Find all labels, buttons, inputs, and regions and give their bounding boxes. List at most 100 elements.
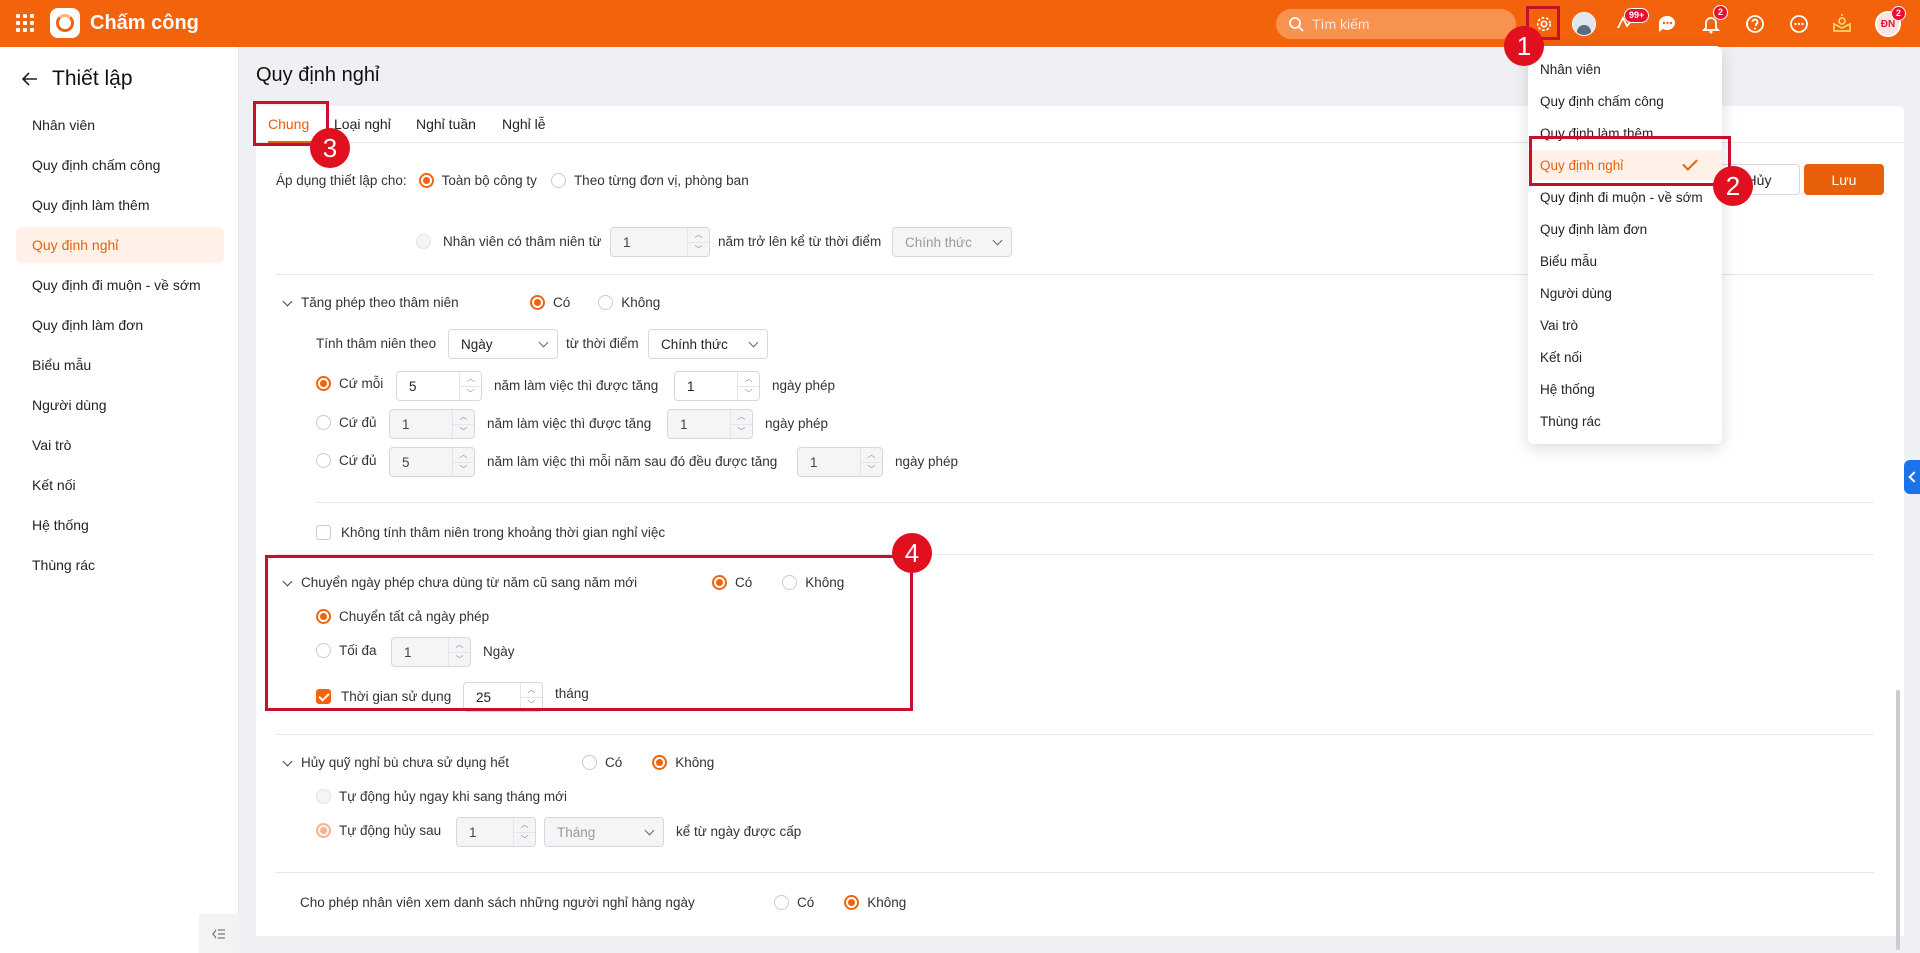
menu-item-leave-rules-label: Quy định nghỉ <box>1540 157 1624 173</box>
sidebar-item-forms[interactable]: Biểu mẫu <box>16 347 224 383</box>
cancel-after-stepper[interactable]: 1 ︿ ﹀ <box>456 817 536 847</box>
sunrise-icon[interactable] <box>1829 11 1855 37</box>
user-avatar-icon[interactable] <box>1571 11 1597 37</box>
exclude-checkbox[interactable] <box>316 525 331 540</box>
exclude-label: Không tính thâm niên trong khoảng thời g… <box>341 525 666 540</box>
cancel-month-radio[interactable] <box>316 789 331 804</box>
tab-weekly-off[interactable]: Nghỉ tuần <box>416 116 476 132</box>
seniority-no-label: Không <box>621 295 661 310</box>
approval-icon[interactable]: 99+ <box>1612 8 1650 37</box>
opt2-years-stepper[interactable]: 1 ︿ ﹀ <box>389 409 475 439</box>
section-cancel-header[interactable]: Hủy quỹ nghỉ bù chưa sử dụng hết <box>282 755 509 770</box>
use-time-stepper[interactable]: 25 ︿ ﹀ <box>463 682 543 712</box>
opt1-mid: năm làm việc thì được tăng <box>494 378 659 393</box>
menu-item-users[interactable]: Người dùng <box>1528 278 1722 308</box>
calc-unit-value: Ngày <box>461 336 493 352</box>
chat-icon[interactable] <box>1654 11 1680 37</box>
apps-grid-icon[interactable] <box>16 14 34 32</box>
menu-item-system[interactable]: Hệ thống <box>1528 374 1722 404</box>
sidebar-item-employees[interactable]: Nhân viên <box>16 107 224 143</box>
cancel-yes-radio[interactable] <box>582 755 597 770</box>
tab-general[interactable]: Chung <box>268 116 309 132</box>
cancel-no-radio[interactable] <box>652 755 668 770</box>
use-time-row: Thời gian sử dụng <box>316 689 451 704</box>
apply-units-radio[interactable] <box>550 173 566 188</box>
sidebar-item-trash[interactable]: Thùng rác <box>16 547 224 583</box>
sidebar-item-late-early-rules[interactable]: Quy định đi muộn - về sớm <box>16 267 224 303</box>
seniority-condition-radio[interactable] <box>416 234 431 249</box>
menu-item-late-early-rules[interactable]: Quy định đi muộn - về sớm <box>1528 182 1722 212</box>
save-button[interactable]: Lưu <box>1804 164 1884 195</box>
menu-item-attendance-rules[interactable]: Quy định chấm công <box>1528 86 1722 116</box>
opt3-years-value: 5 <box>402 454 410 470</box>
search-input[interactable] <box>1312 16 1502 32</box>
carry-no-radio[interactable] <box>782 575 798 590</box>
cancel-after-unit-select[interactable]: Tháng <box>544 817 664 847</box>
tab-holidays[interactable]: Nghỉ lễ <box>502 116 546 132</box>
apply-company-label: Toàn bộ công ty <box>441 173 537 188</box>
menu-item-roles[interactable]: Vai trò <box>1528 310 1722 340</box>
carry-yes-label: Có <box>735 575 753 590</box>
tab-leave-types[interactable]: Loại nghỉ <box>334 116 391 132</box>
from-select[interactable]: Chính thức <box>648 329 768 359</box>
sidebar-item-roles[interactable]: Vai trò <box>16 427 224 463</box>
menu-item-forms[interactable]: Biểu mẫu <box>1528 246 1722 276</box>
seniority-yes-radio[interactable] <box>530 295 545 310</box>
scrollbar[interactable] <box>1896 690 1900 950</box>
menu-item-employees[interactable]: Nhân viên <box>1528 54 1722 84</box>
seniority-years-stepper[interactable]: 1 ︿ ﹀ <box>610 227 710 257</box>
more-icon[interactable] <box>1786 11 1812 37</box>
cancel-after-radio[interactable] <box>316 823 331 838</box>
notification-bell-icon[interactable]: 2 <box>1698 5 1729 37</box>
sidebar-item-leave-rules[interactable]: Quy định nghỉ <box>16 227 224 263</box>
section-carry-title: Chuyển ngày phép chưa dùng từ năm cũ san… <box>301 575 638 590</box>
menu-item-overtime-rules[interactable]: Quy định làm thêm <box>1528 118 1722 148</box>
carry-yes-radio[interactable] <box>712 575 727 590</box>
menu-item-request-rules[interactable]: Quy định làm đơn <box>1528 214 1722 244</box>
opt3-suffix: ngày phép <box>895 454 959 469</box>
section-seniority-header[interactable]: Tăng phép theo thâm niên <box>282 295 459 310</box>
opt1-years-stepper[interactable]: 5 ︿ ﹀ <box>396 371 482 401</box>
menu-item-leave-rules[interactable]: Quy định nghỉ <box>1528 150 1722 180</box>
help-icon[interactable] <box>1742 11 1768 37</box>
profile-avatar[interactable]: ĐN 2 <box>1875 6 1907 37</box>
seniority-no-radio[interactable] <box>598 295 614 310</box>
menu-item-connections[interactable]: Kết nối <box>1528 342 1722 372</box>
from-value: Chính thức <box>661 336 728 352</box>
back-arrow-icon[interactable] <box>22 72 38 86</box>
sidebar-item-attendance-rules[interactable]: Quy định chấm công <box>16 147 224 183</box>
sidebar-collapse-button[interactable] <box>199 914 239 953</box>
opt3-years-stepper[interactable]: 5 ︿ ﹀ <box>389 447 475 477</box>
collapse-icon <box>212 928 225 939</box>
chevron-down-icon <box>282 756 293 766</box>
from-label: từ thời điểm <box>566 336 639 351</box>
menu-item-trash[interactable]: Thùng rác <box>1528 406 1722 436</box>
carry-all-radio[interactable] <box>316 609 331 624</box>
opt3-days-stepper[interactable]: 1 ︿ ﹀ <box>797 447 883 477</box>
section-carry-header[interactable]: Chuyển ngày phép chưa dùng từ năm cũ san… <box>282 575 637 590</box>
apply-company-radio[interactable] <box>418 173 434 188</box>
seniority-from-select[interactable]: Chính thức <box>892 227 1012 257</box>
sidebar-item-connections[interactable]: Kết nối <box>16 467 224 503</box>
sidebar-item-overtime-rules[interactable]: Quy định làm thêm <box>16 187 224 223</box>
seniority-from-value: Chính thức <box>905 234 972 250</box>
seniority-opt3-radio[interactable] <box>316 453 331 468</box>
view-no-radio[interactable] <box>844 895 860 910</box>
carry-max-radio[interactable] <box>316 643 331 658</box>
view-yes-radio[interactable] <box>774 895 789 910</box>
sidebar-item-users[interactable]: Người dùng <box>16 387 224 423</box>
calc-unit-select[interactable]: Ngày <box>448 329 558 359</box>
sidebar-item-system[interactable]: Hệ thống <box>16 507 224 543</box>
opt2-days-stepper[interactable]: 1 ︿ ﹀ <box>667 409 753 439</box>
cancel-after-unit-value: Tháng <box>557 824 596 840</box>
carry-max-stepper[interactable]: 1 ︿ ﹀ <box>391 637 471 667</box>
use-time-checkbox[interactable] <box>316 689 331 704</box>
seniority-opt2-radio[interactable] <box>316 415 331 430</box>
side-expand-icon[interactable] <box>1904 460 1920 494</box>
opt2-suffix: ngày phép <box>765 416 829 431</box>
seniority-suffix: năm trở lên kể từ thời điểm <box>718 234 882 249</box>
search-box[interactable] <box>1276 9 1516 39</box>
sidebar-item-request-rules[interactable]: Quy định làm đơn <box>16 307 224 343</box>
seniority-opt1-radio[interactable] <box>316 376 331 391</box>
opt1-days-stepper[interactable]: 1 ︿ ﹀ <box>674 371 760 401</box>
